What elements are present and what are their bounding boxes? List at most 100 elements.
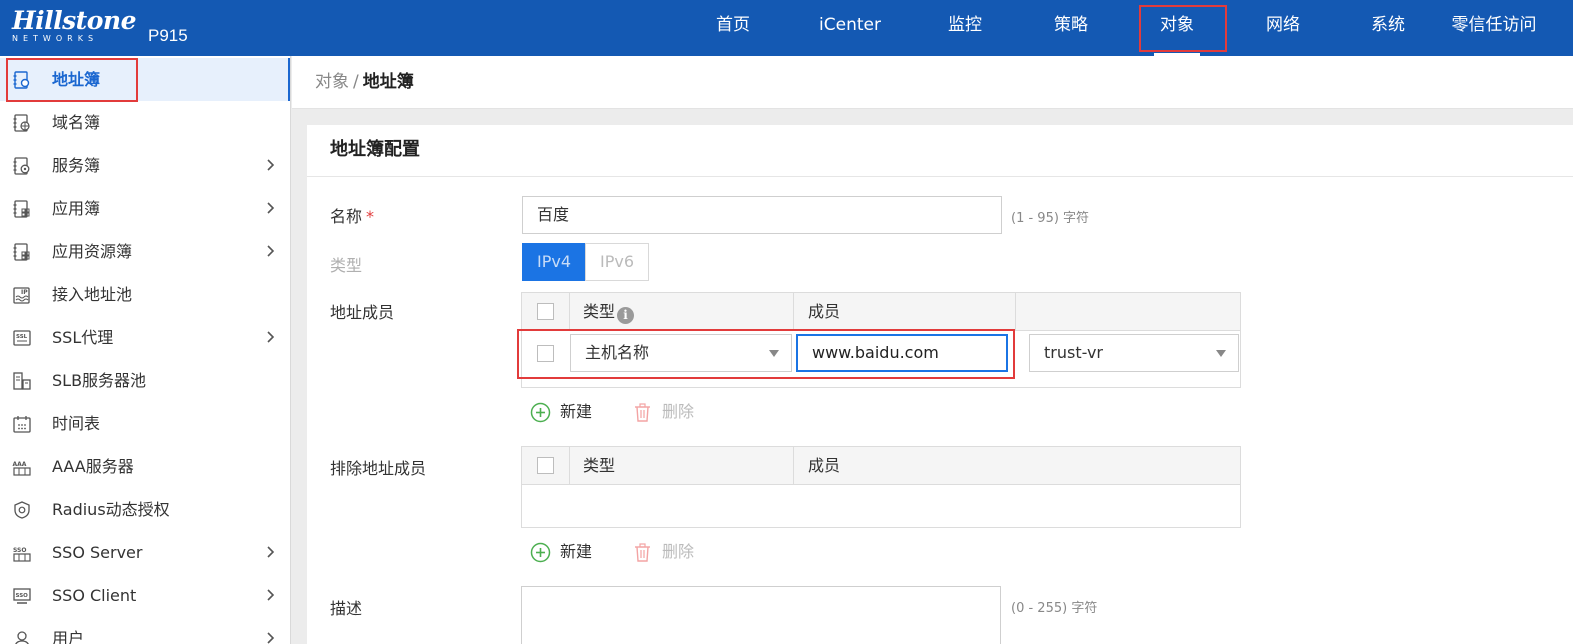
dropdown-caret-icon xyxy=(1216,350,1226,357)
aaa-server-icon: AAA xyxy=(13,461,31,476)
sidebar-item-sso-server[interactable]: SSO SSO Server xyxy=(0,531,290,574)
name-label: 名称 * xyxy=(330,203,374,227)
sidebar-item-application-book[interactable]: 应用簿 xyxy=(0,187,290,230)
sidebar-item-user[interactable]: 用户 xyxy=(0,617,290,644)
name-input[interactable]: 百度 xyxy=(522,196,1002,234)
sidebar-item-slb-server-pool[interactable]: SLB服务器池 xyxy=(0,359,290,402)
required-mark: * xyxy=(366,207,375,226)
breadcrumb-separator: / xyxy=(353,72,359,92)
svg-text:SSL: SSL xyxy=(16,334,28,340)
hillstone-logo[interactable]: Hillstone NETWORKS xyxy=(12,6,137,44)
sso-client-icon: SSO xyxy=(13,588,31,604)
ssl-proxy-icon: SSL xyxy=(13,330,31,346)
sidebar-item-ip-pool[interactable]: IP 接入地址池 xyxy=(0,273,290,316)
sidebar-item-radius-auth[interactable]: Radius动态授权 xyxy=(0,488,290,531)
delete-member-button[interactable]: 删除 xyxy=(632,401,694,423)
sidebar-item-label: SLB服务器池 xyxy=(52,371,147,390)
sidebar-item-label: 域名簿 xyxy=(52,113,101,132)
panel-title: 地址簿配置 xyxy=(330,139,420,160)
divider xyxy=(307,176,1573,177)
exclude-members-label: 排除地址成员 xyxy=(330,459,427,478)
nav-policy[interactable]: 策略 xyxy=(1038,0,1104,56)
column-divider xyxy=(1015,293,1016,331)
sidebar-item-aaa-server[interactable]: AAA AAA服务器 xyxy=(0,445,290,488)
breadcrumb-bar: 对象 / 地址簿 xyxy=(292,56,1573,109)
application-book-icon xyxy=(13,200,30,218)
sidebar-item-domain-book[interactable]: 域名簿 xyxy=(0,101,290,144)
delete-exclude-label: 删除 xyxy=(662,542,695,561)
column-header-type: 类型 i xyxy=(583,293,635,331)
add-exclude-member-button[interactable]: 新建 xyxy=(530,541,592,563)
chevron-right-icon xyxy=(267,546,275,558)
sidebar-item-label: 用户 xyxy=(52,629,85,644)
ipv4-toggle[interactable]: IPv4 xyxy=(522,243,586,281)
row-checkbox[interactable] xyxy=(537,345,554,362)
schedule-icon xyxy=(13,416,31,433)
nav-system[interactable]: 系统 xyxy=(1355,0,1421,56)
column-divider xyxy=(793,447,794,485)
column-header-type-text: 类型 xyxy=(583,302,616,321)
sidebar-item-app-resource-book[interactable]: 应用资源簿 xyxy=(0,230,290,273)
select-all-checkbox[interactable] xyxy=(537,457,554,474)
sidebar-item-service-book[interactable]: 服务簿 xyxy=(0,144,290,187)
sidebar-item-schedule[interactable]: 时间表 xyxy=(0,402,290,445)
column-header-type: 类型 xyxy=(583,456,616,475)
device-model: P915 xyxy=(148,26,188,45)
logo-text: Hillstone xyxy=(12,6,137,35)
sidebar-item-label: 地址簿 xyxy=(52,70,101,89)
delete-exclude-member-button[interactable]: 删除 xyxy=(632,541,694,563)
nav-network[interactable]: 网络 xyxy=(1250,0,1316,56)
select-all-checkbox[interactable] xyxy=(537,303,554,320)
slb-server-pool-icon xyxy=(13,372,31,390)
address-book-config-panel: 地址簿配置 名称 * 百度 (1 - 95) 字符 类型 IPv4 IPv6 地址… xyxy=(307,125,1573,644)
description-textarea[interactable] xyxy=(521,586,1001,644)
column-divider xyxy=(569,293,570,331)
chevron-right-icon xyxy=(267,245,275,257)
virtual-router-select[interactable]: trust-vr xyxy=(1029,334,1239,372)
sidebar-item-address-book[interactable]: 地址簿 xyxy=(0,58,290,101)
members-table: 类型 i 成员 主机名称 www.baidu.com trust-vr xyxy=(521,292,1241,388)
sidebar-item-label: AAA服务器 xyxy=(52,457,134,476)
dropdown-caret-icon xyxy=(769,350,779,357)
nav-home[interactable]: 首页 xyxy=(700,0,766,56)
member-input[interactable]: www.baidu.com xyxy=(796,334,1008,372)
user-icon xyxy=(15,631,29,644)
chevron-right-icon xyxy=(267,159,275,171)
column-header-member: 成员 xyxy=(808,302,841,321)
info-icon[interactable]: i xyxy=(617,307,635,324)
description-length-hint: (0 - 255) 字符 xyxy=(1011,601,1098,616)
radius-auth-icon xyxy=(14,501,30,519)
sidebar-item-label: SSO Server xyxy=(52,543,143,562)
svg-text:AAA: AAA xyxy=(13,461,27,468)
nav-zero-trust[interactable]: 零信任访问 xyxy=(1448,0,1540,56)
breadcrumb: 对象 / 地址簿 xyxy=(315,56,414,108)
add-exclude-label: 新建 xyxy=(560,542,593,561)
description-label: 描述 xyxy=(330,599,363,618)
members-table-header: 类型 i 成员 xyxy=(522,293,1240,331)
svg-text:SSO: SSO xyxy=(13,547,26,554)
delete-member-label: 删除 xyxy=(662,402,695,421)
app-resource-book-icon xyxy=(13,243,30,261)
sso-server-icon: SSO xyxy=(13,547,31,562)
exclude-members-table: 类型 成员 xyxy=(521,446,1241,528)
logo-subtext: NETWORKS xyxy=(12,34,99,43)
sidebar-item-label: 应用簿 xyxy=(52,199,101,218)
nav-object[interactable]: 对象 xyxy=(1154,0,1200,56)
type-label: 类型 xyxy=(330,256,363,275)
nav-icenter[interactable]: iCenter xyxy=(808,0,892,56)
service-book-icon xyxy=(13,157,30,175)
member-type-select[interactable]: 主机名称 xyxy=(570,334,792,372)
sidebar-item-label: 应用资源簿 xyxy=(52,242,133,261)
svg-text:SSO: SSO xyxy=(16,593,29,599)
ip-pool-icon: IP xyxy=(13,287,30,304)
sidebar-item-ssl-proxy[interactable]: SSL SSL代理 xyxy=(0,316,290,359)
members-label: 地址成员 xyxy=(330,303,395,322)
nav-monitor[interactable]: 监控 xyxy=(932,0,998,56)
breadcrumb-parent[interactable]: 对象 xyxy=(315,72,349,92)
ipv6-toggle[interactable]: IPv6 xyxy=(585,243,649,281)
sidebar-item-sso-client[interactable]: SSO SSO Client xyxy=(0,574,290,617)
sidebar-item-label: Radius动态授权 xyxy=(52,500,170,519)
top-navigation-bar: Hillstone NETWORKS P915 首页 iCenter 监控 策略… xyxy=(0,0,1573,56)
trash-icon xyxy=(635,543,650,562)
add-member-button[interactable]: 新建 xyxy=(530,401,592,423)
